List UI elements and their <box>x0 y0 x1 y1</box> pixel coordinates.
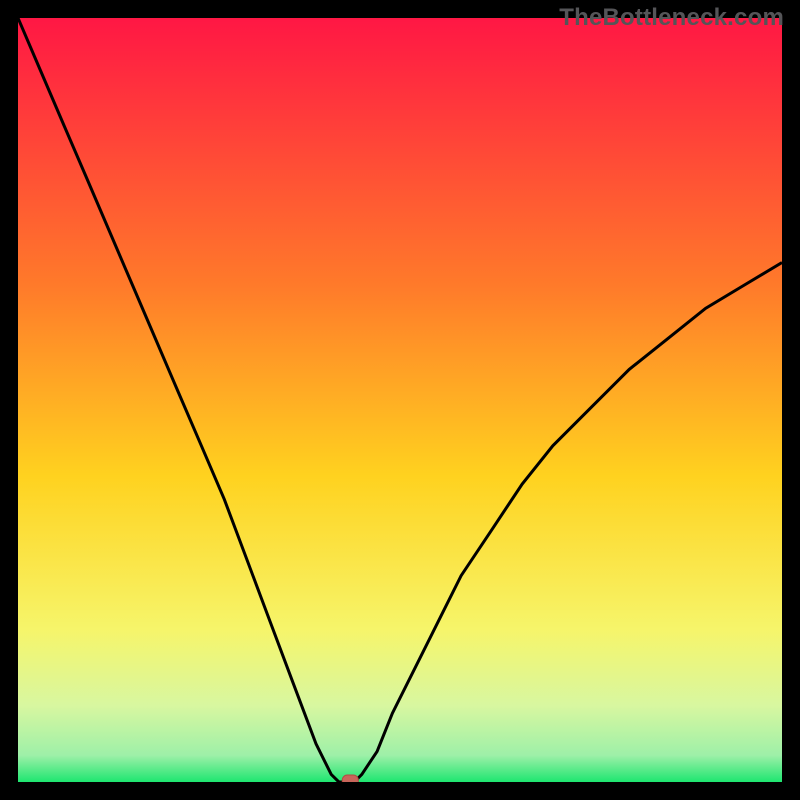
plot-area <box>18 18 782 782</box>
gradient-background <box>18 18 782 782</box>
watermark-text: TheBottleneck.com <box>559 4 784 32</box>
chart-svg <box>18 18 782 782</box>
optimum-marker <box>342 775 358 782</box>
chart-frame: TheBottleneck.com <box>0 0 800 800</box>
